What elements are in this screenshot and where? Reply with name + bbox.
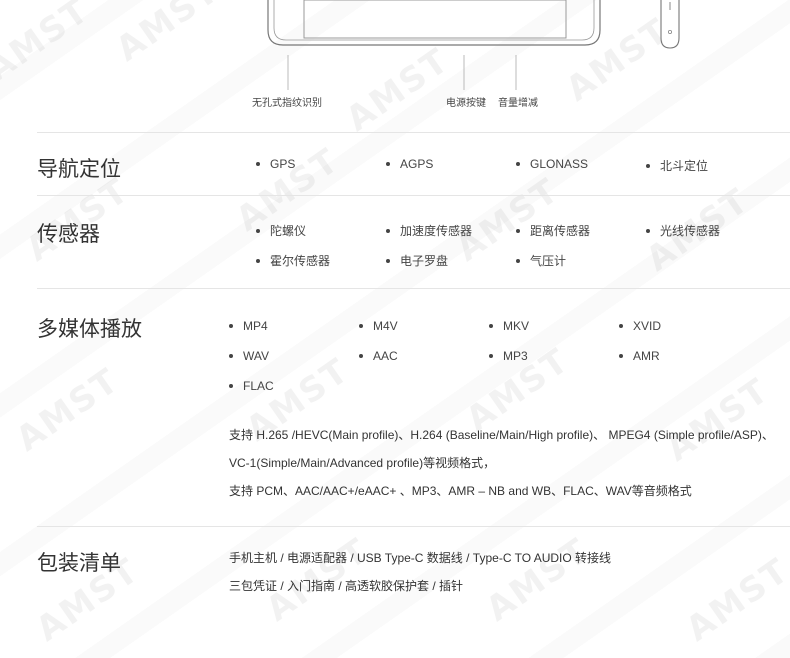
navigation-title: 导航定位 [37, 157, 121, 181]
section-divider [37, 288, 790, 289]
package-title: 包装清单 [37, 551, 121, 575]
media-format-item: WAV [229, 349, 269, 363]
package-contents-line1: 手机主机 / 电源适配器 / USB Type-C 数据线 / Type-C T… [229, 551, 612, 565]
sensor-item: 陀螺仪 [256, 222, 306, 239]
nav-item: AGPS [386, 157, 433, 171]
sensor-item: 霍尔传感器 [256, 252, 330, 269]
fingerprint-label: 无孔式指纹识别 [252, 98, 322, 109]
navigation-section: 导航定位 GPS AGPS GLONASS 北斗定位 [37, 153, 790, 193]
section-divider [37, 195, 790, 196]
phone-diagram: - 无孔式指纹识别 电源按键 音量增减 [0, 0, 790, 132]
media-format-item: MKV [489, 319, 529, 333]
media-format-item: AAC [359, 349, 398, 363]
section-divider [37, 526, 790, 527]
media-format-item: MP3 [489, 349, 528, 363]
nav-item: GPS [256, 157, 295, 171]
sensor-item: 光线传感器 [646, 222, 720, 239]
nav-item: 北斗定位 [646, 157, 708, 174]
media-format-item: MP4 [229, 319, 268, 333]
multimedia-section: 多媒体播放 MP4 M4V MKV XVID WAV AAC MP3 AMR F… [37, 313, 790, 523]
sensors-section: 传感器 陀螺仪 加速度传感器 距离传感器 光线传感器 霍尔传感器 电子罗盘 气压… [37, 218, 790, 288]
package-contents-line2: 三包凭证 / 入门指南 / 高透软胶保护套 / 插针 [229, 579, 464, 593]
video-format-paragraph-line1: 支持 H.265 /HEVC(Main profile)、H.264 (Base… [229, 428, 774, 442]
power-button-label: 电源按键 [446, 98, 486, 109]
video-format-paragraph-line2: VC-1(Simple/Main/Advanced profile)等视频格式， [229, 456, 496, 470]
media-format-item: AMR [619, 349, 660, 363]
volume-button-label: 音量增减 [498, 98, 538, 109]
multimedia-title: 多媒体播放 [37, 317, 142, 341]
phone-outline-illustration: - [267, 0, 713, 90]
sensor-item: 电子罗盘 [386, 252, 448, 269]
sensor-item: 加速度传感器 [386, 222, 472, 239]
audio-format-paragraph: 支持 PCM、AAC/AAC+/eAAC+ 、MP3、AMR – NB and … [229, 484, 692, 498]
package-section: 包装清单 手机主机 / 电源适配器 / USB Type-C 数据线 / Typ… [37, 547, 790, 627]
sensors-title: 传感器 [37, 222, 100, 246]
media-format-item: FLAC [229, 379, 274, 393]
sensor-item: 距离传感器 [516, 222, 590, 239]
nav-item: GLONASS [516, 157, 588, 171]
sensor-item: 气压计 [516, 252, 566, 269]
svg-text:-: - [709, 0, 713, 5]
media-format-item: XVID [619, 319, 661, 333]
section-divider [37, 132, 790, 133]
media-format-item: M4V [359, 319, 398, 333]
